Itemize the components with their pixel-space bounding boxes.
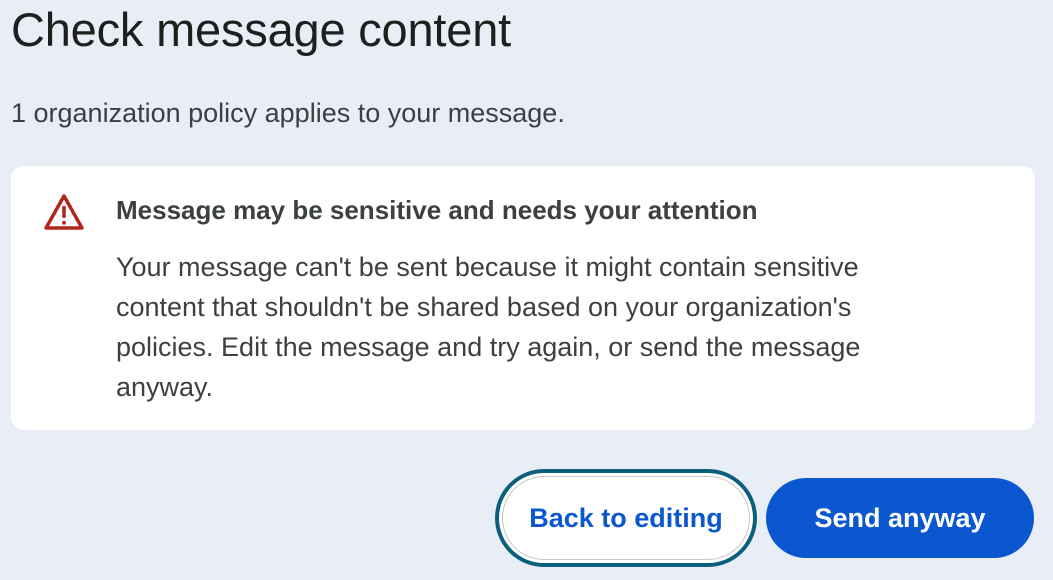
policy-count-text: 1 organization policy applies to your me… (11, 98, 565, 128)
send-anyway-button[interactable]: Send anyway (766, 478, 1034, 558)
policy-description: Your message can't be sent because it mi… (116, 252, 861, 402)
back-to-editing-button[interactable]: Back to editing (495, 469, 757, 567)
send-anyway-label: Send anyway (814, 502, 986, 533)
warning-icon (44, 194, 84, 230)
back-to-editing-label: Back to editing (529, 502, 723, 533)
dialog-title: Check message content (11, 3, 512, 56)
policy-heading: Message may be sensitive and needs your … (116, 195, 758, 225)
policy-warning-card: Message may be sensitive and needs your … (11, 166, 1035, 430)
